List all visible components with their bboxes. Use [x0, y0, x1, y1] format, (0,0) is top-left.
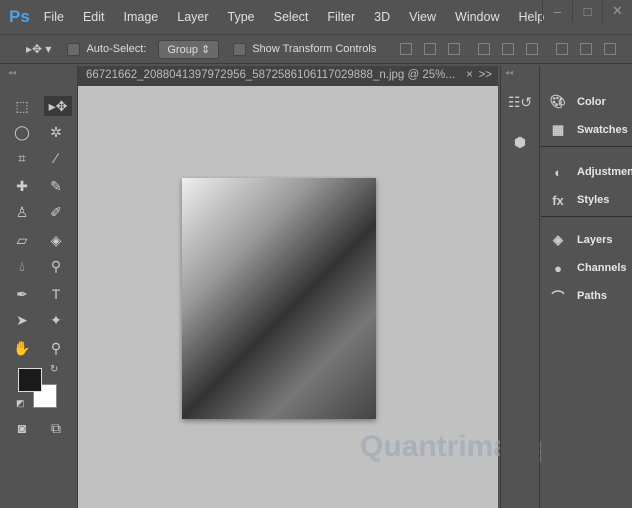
distribute-center-icon[interactable] [580, 43, 592, 55]
menu-help[interactable]: Help [519, 10, 545, 24]
menu-select[interactable]: Select [274, 10, 309, 24]
auto-select-label: Auto-Select: [86, 43, 146, 55]
panel-paths[interactable]: ⌒ Paths [549, 288, 607, 304]
options-bar: ▸✥ ▾ Auto-Select: Group ⇕ Show Transform… [0, 34, 632, 64]
channels-icon: ● [549, 260, 567, 276]
align-hcenter-icon[interactable] [502, 43, 514, 55]
minimize-button[interactable]: – [542, 0, 572, 22]
menu-bar: Ps File Edit Image Layer Type Select Fil… [0, 0, 632, 34]
history-panel-icon[interactable]: ☷↺ [510, 92, 530, 112]
align-top-icon[interactable] [400, 43, 412, 55]
foreground-color-swatch[interactable] [18, 368, 42, 392]
zoom-tool-icon[interactable]: ⚲ [46, 338, 66, 358]
close-button[interactable]: ✕ [602, 0, 632, 22]
align-bottom-icon[interactable] [448, 43, 460, 55]
align-right-icon[interactable] [526, 43, 538, 55]
panel-dock: 🎨︎ Color ▦ Swatches ◐ Adjustment fx Styles ◈… [541, 66, 632, 508]
document-tab[interactable]: 66721662_2088041397972956_58725861061170… [78, 66, 498, 86]
auto-select-dropdown[interactable]: Group ⇕ [158, 40, 219, 59]
swatches-icon: ▦ [549, 122, 567, 138]
panel-label: Styles [577, 194, 609, 206]
menu-view[interactable]: View [409, 10, 436, 24]
panel-styles[interactable]: fx Styles [549, 192, 609, 208]
transform-controls-label: Show Transform Controls [252, 43, 376, 55]
group-value: Group [167, 44, 198, 56]
menu-image[interactable]: Image [124, 10, 159, 24]
menu-filter[interactable]: Filter [327, 10, 355, 24]
menu-file[interactable]: File [44, 10, 64, 24]
panel-label: Layers [577, 234, 612, 246]
adjustment-icon: ◐ [549, 164, 567, 180]
palette-icon: 🎨︎ [549, 94, 567, 110]
close-tab-icon[interactable]: × [466, 69, 473, 81]
path-selection-icon[interactable]: ➤ [12, 310, 32, 330]
align-left-icon[interactable] [478, 43, 490, 55]
custom-shape-icon[interactable]: ✦ [46, 310, 66, 330]
menu-layer[interactable]: Layer [177, 10, 208, 24]
document-title: 66721662_2088041397972956_58725861061170… [86, 69, 455, 81]
panel-label: Color [577, 96, 606, 108]
panel-layers[interactable]: ◈ Layers [549, 232, 612, 248]
photoshop-logo: Ps [9, 7, 30, 27]
eyedropper-icon[interactable]: ∕ [46, 148, 66, 168]
pen-tool-icon[interactable]: ✒ [12, 284, 32, 304]
panel-adjustments[interactable]: ◐ Adjustment [549, 164, 632, 180]
lasso-tool-icon[interactable]: ◯ [12, 122, 32, 142]
toolbox: ◂◂ ⬚ ▸✥ ◯ ✲ ⌗ ∕ ✚ ✎ ♙ ✐ ▱ ◈ 💧︎ ⚲ ✒ T ➤ ✦… [0, 66, 78, 508]
distribute-bottom-icon[interactable] [604, 43, 616, 55]
quick-mask-icon[interactable]: ◙ [12, 418, 32, 438]
paths-icon: ⌒ [549, 288, 567, 304]
swap-colors-icon[interactable]: ↻ [50, 364, 58, 375]
fx-icon: fx [549, 192, 567, 208]
move-tool-preset-icon[interactable]: ▸✥ ▾ [26, 42, 51, 56]
panel-swatches[interactable]: ▦ Swatches [549, 122, 628, 138]
crop-tool-icon[interactable]: ⌗ [12, 148, 32, 168]
collapsed-panel-dock: ◂◂ ☷↺ ⬢ [500, 66, 540, 508]
marquee-tool-icon[interactable]: ⬚ [12, 96, 32, 116]
brush-tool-icon[interactable]: ✎ [46, 176, 66, 196]
auto-select-checkbox[interactable] [67, 43, 80, 56]
screen-mode-icon[interactable]: ⧉ [46, 418, 66, 438]
tab-overflow-icon[interactable]: >> [479, 69, 492, 81]
menu-window[interactable]: Window [455, 10, 499, 24]
layers-icon: ◈ [549, 232, 567, 248]
panel-color[interactable]: 🎨︎ Color [549, 94, 606, 110]
transform-controls-checkbox[interactable] [233, 43, 246, 56]
maximize-button[interactable]: □ [572, 0, 602, 22]
dodge-tool-icon[interactable]: ⚲ [46, 256, 66, 276]
default-colors-icon[interactable]: ◩ [16, 398, 25, 409]
3d-panel-icon[interactable]: ⬢ [510, 132, 530, 152]
clone-stamp-icon[interactable]: ♙ [12, 202, 32, 222]
photo-canvas[interactable] [182, 178, 376, 419]
panel-label: Paths [577, 290, 607, 302]
type-tool-icon[interactable]: T [46, 284, 66, 304]
move-tool-icon[interactable]: ▸✥ [44, 96, 72, 116]
panel-label: Swatches [577, 124, 628, 136]
collapse-dock-icon[interactable]: ◂◂ [505, 68, 513, 77]
magic-wand-icon[interactable]: ✲ [46, 122, 66, 142]
history-brush-icon[interactable]: ✐ [46, 202, 66, 222]
healing-brush-icon[interactable]: ✚ [12, 176, 32, 196]
panel-channels[interactable]: ● Channels [549, 260, 627, 276]
menu-type[interactable]: Type [228, 10, 255, 24]
menu-3d[interactable]: 3D [374, 10, 390, 24]
collapse-toolbox-icon[interactable]: ◂◂ [8, 68, 16, 77]
distribute-top-icon[interactable] [556, 43, 568, 55]
panel-label: Adjustment [577, 166, 632, 178]
align-vcenter-icon[interactable] [424, 43, 436, 55]
blur-tool-icon[interactable]: 💧︎ [12, 256, 32, 276]
eraser-icon[interactable]: ▱ [12, 230, 32, 250]
hand-tool-icon[interactable]: ✋ [12, 338, 32, 358]
window-controls: – □ ✕ [542, 0, 632, 22]
panel-label: Channels [577, 262, 627, 274]
menu-edit[interactable]: Edit [83, 10, 105, 24]
paint-bucket-icon[interactable]: ◈ [46, 230, 66, 250]
